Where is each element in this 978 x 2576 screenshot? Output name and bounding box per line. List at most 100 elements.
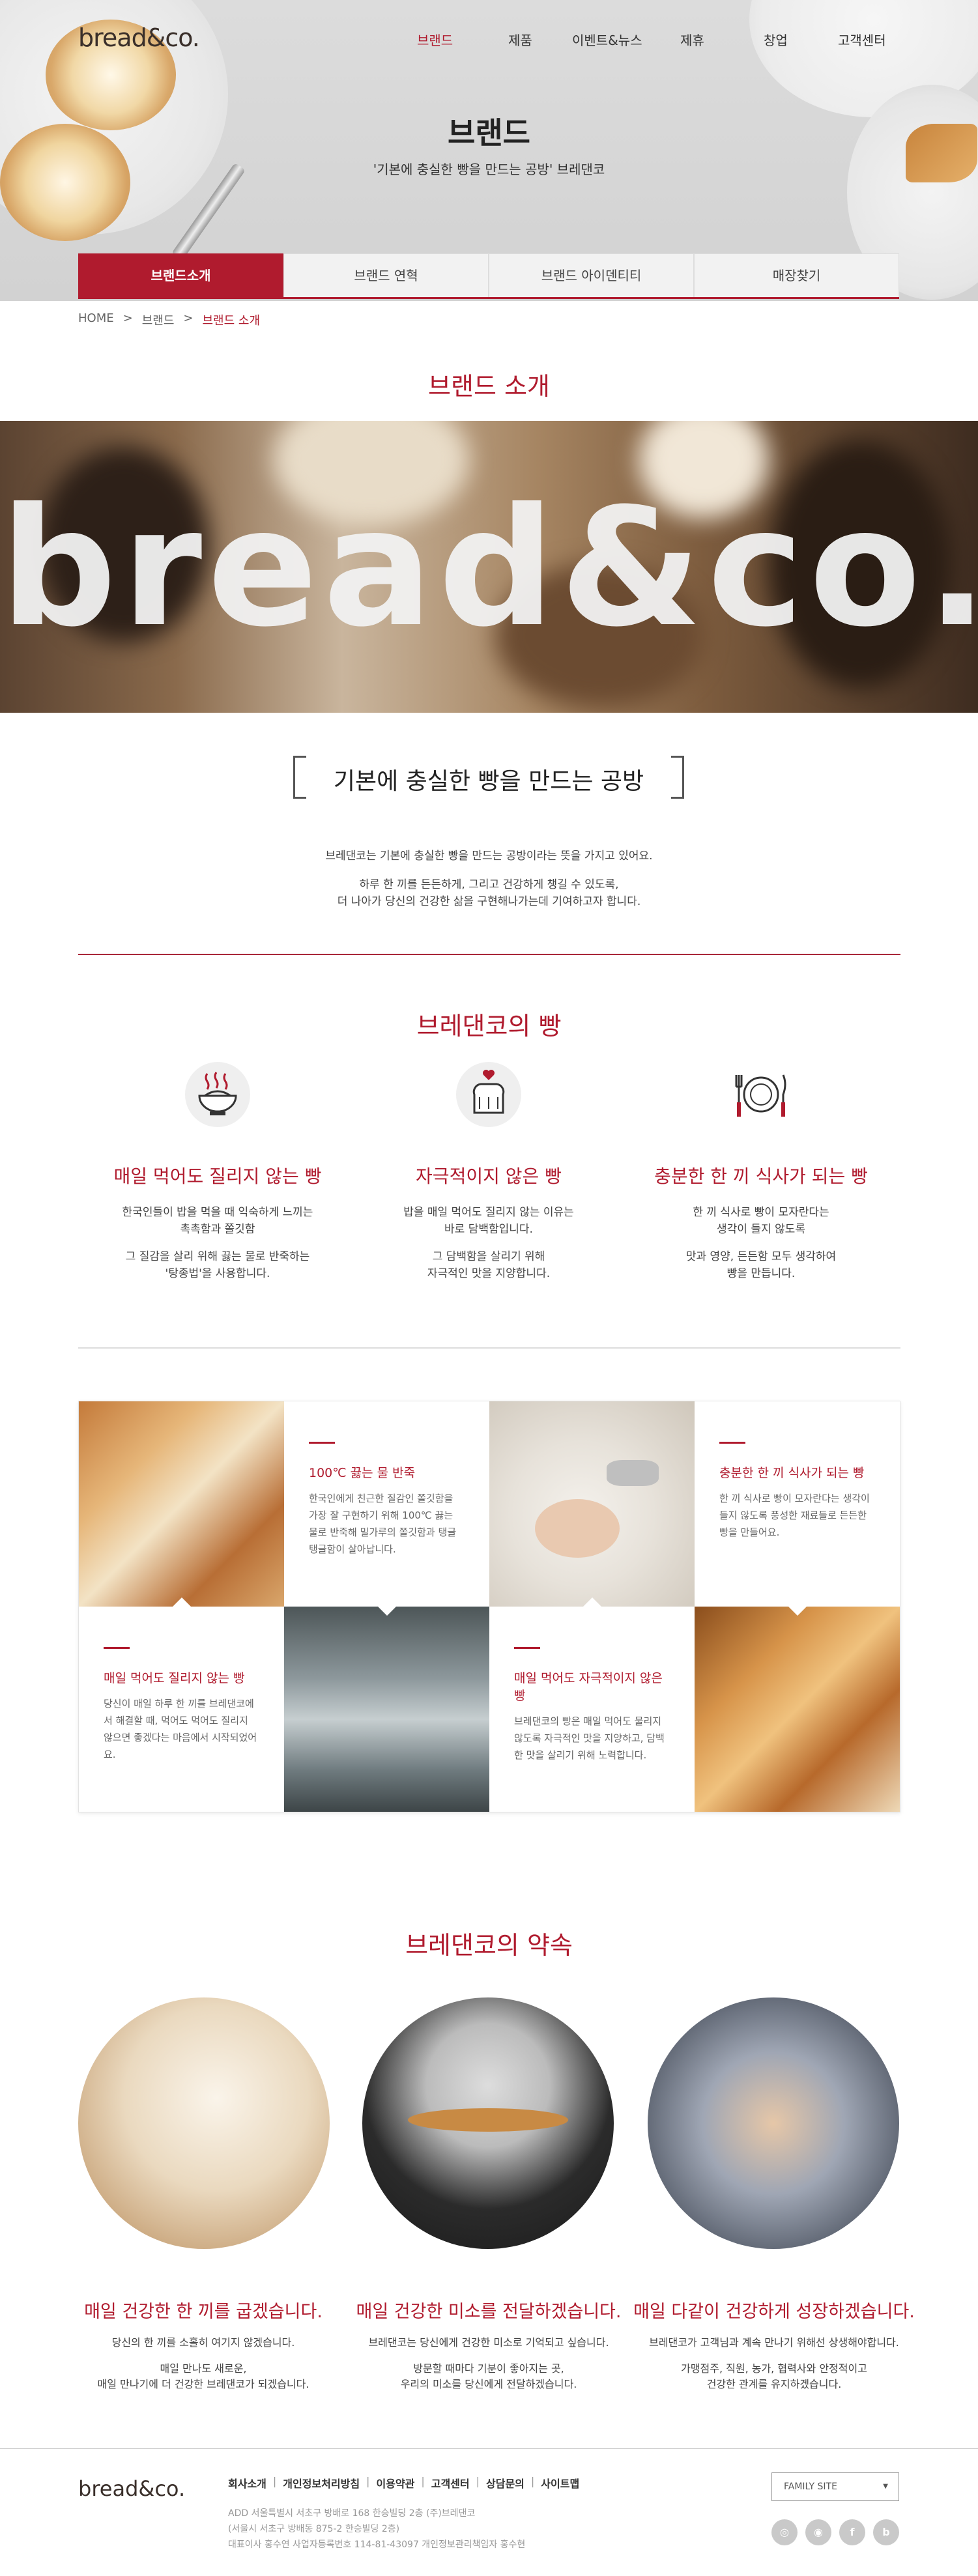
- accent-bar: [514, 1647, 540, 1649]
- kneading-dough-image: [489, 1401, 695, 1607]
- promise-desc: 브레댄코는 당신에게 건강한 미소로 기억되고 싶습니다. 방문할 때마다 기분…: [339, 2335, 639, 2392]
- tab-brand-intro[interactable]: 브랜드소개: [78, 253, 283, 297]
- caret-down-icon: ▼: [883, 2483, 888, 2490]
- feature-item: 충분한 한 끼 식사가 되는 빵 한 끼 식사로 빵이 모자란다는 생각이 들지…: [624, 1062, 898, 1282]
- hero-section: bread&co. 브랜드 제품 이벤트&뉴스 제휴 창업 고객센터 브랜드 '…: [0, 0, 978, 301]
- promise-desc-line: 방문할 때마다 기분이 좋아지는 곳,: [413, 2362, 564, 2375]
- flour-hands-image: [78, 1997, 330, 2249]
- promise-desc-line: 건강한 관계를 유지하겠습니다.: [706, 2378, 842, 2390]
- grid-card-title: 충분한 한 끼 식사가 되는 빵: [719, 1466, 865, 1480]
- promise-desc: 브레댄코가 고객님과 계속 만나기 위해선 상생해야합니다. 가맹점주, 직원,…: [624, 2335, 924, 2392]
- breadcrumb-brand[interactable]: 브랜드: [142, 311, 175, 328]
- family-site-label: FAMILY SITE: [784, 2482, 837, 2492]
- feature-desc-line: 생각이 들지 않도록: [717, 1223, 805, 1236]
- baker-tray-image: [362, 1997, 614, 2249]
- breadcrumb: HOME > 브랜드 > 브랜드 소개: [78, 311, 260, 328]
- footer-link-customer-center[interactable]: 고객센터: [431, 2475, 470, 2491]
- breadcrumb-current: 브랜드 소개: [202, 314, 261, 328]
- instagram-icon[interactable]: ◉: [805, 2519, 831, 2545]
- feature-desc-line: '탕종법'을 사용합니다.: [165, 1267, 270, 1280]
- feature-desc-line: 그 담백함을 살리기 위해: [432, 1250, 545, 1263]
- nav-events-news[interactable]: 이벤트&뉴스: [572, 30, 642, 49]
- footer-link-terms[interactable]: 이용약관: [376, 2475, 414, 2491]
- accent-bar: [309, 1442, 335, 1444]
- banner-logo-text: bread&co.: [0, 473, 978, 663]
- breadcrumb-separator: >: [183, 311, 194, 325]
- tab-store-finder[interactable]: 매장찾기: [694, 253, 899, 297]
- footer-link-sitemap[interactable]: 사이트맵: [541, 2475, 579, 2491]
- nav-partnership[interactable]: 제휴: [680, 30, 704, 49]
- card-notch: [583, 1597, 601, 1607]
- intro-text: 브레댄코는 기본에 충실한 빵을 만드는 공방이라는 뜻을 가지고 있어요.: [325, 850, 653, 863]
- boiling-water-image: [284, 1607, 489, 1812]
- grid-card-desc: 한국인에게 친근한 질감인 쫄깃함을 가장 잘 구현하기 위해 100℃ 끓는 …: [309, 1493, 457, 1555]
- nav-brand[interactable]: 브랜드: [417, 30, 453, 49]
- grid-card-desc: 한 끼 식사로 빵이 모자란다는 생각이 들지 않도록 풍성한 재료들로 든든한…: [719, 1493, 870, 1538]
- facebook-icon[interactable]: f: [839, 2519, 865, 2545]
- rice-bowl-icon: [185, 1062, 250, 1127]
- feature-title: 충분한 한 끼 식사가 되는 빵: [654, 1166, 868, 1187]
- grid-text-card: 100℃ 끓는 물 반죽 한국인에게 친근한 질감인 쫄깃함을 가장 잘 구현하…: [284, 1401, 489, 1607]
- section-title-brand-intro: 브랜드 소개: [428, 372, 550, 401]
- promise-title: 매일 다같이 건강하게 성장하겠습니다.: [633, 2302, 915, 2322]
- assorted-bread-image: [79, 1401, 284, 1607]
- footer-address: ADD 서울특별시 서초구 방배로 168 한승빌딩 2층 (주)브레댄코: [228, 2508, 476, 2519]
- instagram-icon[interactable]: ◎: [771, 2519, 798, 2545]
- accent-bar: [104, 1647, 130, 1649]
- promise-title: 매일 건강한 미소를 전달하겠습니다.: [356, 2302, 622, 2322]
- feature-desc: 한 끼 식사로 빵이 모자란다는 생각이 들지 않도록 맛과 영양, 든든함 모…: [624, 1204, 898, 1282]
- card-notch: [378, 1607, 396, 1616]
- grid-text-card: 매일 먹어도 질리지 않는 빵 당신이 매일 하루 한 끼를 브레댄코에서 해결…: [79, 1607, 284, 1812]
- logo[interactable]: bread&co.: [78, 23, 200, 52]
- team-hands-image: [648, 1997, 899, 2249]
- sub-tabs: 브랜드소개 브랜드 연혁 브랜드 아이덴티티 매장찾기: [78, 253, 899, 299]
- nav-products[interactable]: 제품: [508, 30, 532, 49]
- footer-links: 회사소개 | 개인정보처리방침 | 이용약관 | 고객센터 | 상담문의 | 사이트맵: [228, 2475, 580, 2491]
- tab-brand-identity[interactable]: 브랜드 아이덴티티: [489, 253, 694, 297]
- breadcrumb-home[interactable]: HOME: [78, 311, 114, 328]
- promise-title: 매일 건강한 한 끼를 굽겠습니다.: [84, 2302, 323, 2322]
- breadcrumb-separator: >: [122, 311, 133, 325]
- family-site-select[interactable]: FAMILY SITE ▼: [771, 2472, 899, 2501]
- feature-item: 자극적이지 않은 빵 밥을 매일 먹어도 질리지 않는 이유는 바로 담백함입니…: [352, 1062, 626, 1282]
- promise-desc-line: 브레댄코는 당신에게 건강한 미소로 기억되고 싶습니다.: [368, 2336, 609, 2349]
- feature-desc: 밥을 매일 먹어도 질리지 않는 이유는 바로 담백함입니다. 그 담백함을 살…: [352, 1204, 626, 1282]
- feature-desc: 한국인들이 밥을 먹을 때 익숙하게 느끼는 촉촉함과 쫄깃함 그 질감을 살리…: [81, 1204, 354, 1282]
- intro-text: 더 나아가 당신의 건강한 삶을 구현해나가는데 기여하고자 합니다.: [337, 895, 641, 908]
- grid-card-desc: 당신이 매일 하루 한 끼를 브레댄코에서 해결할 때, 먹어도 먹어도 질리지…: [104, 1698, 257, 1760]
- feature-desc-line: 바로 담백함입니다.: [444, 1223, 533, 1236]
- section-title-bread: 브레댄코의 빵: [416, 1012, 562, 1040]
- feature-desc-line: 빵을 만듭니다.: [726, 1267, 796, 1280]
- feature-title: 매일 먹어도 질리지 않는 빵: [113, 1166, 322, 1187]
- nav-customer-center[interactable]: 고객센터: [838, 30, 886, 49]
- footer-link-inquiry[interactable]: 상담문의: [486, 2475, 525, 2491]
- brand-banner-image: bread&co.: [0, 421, 978, 713]
- bracket-heading-text: 기본에 충실한 빵을 만드는 공방: [333, 768, 644, 795]
- promise-desc-line: 매일 만나도 새로운,: [160, 2362, 247, 2375]
- grid-card-title: 매일 먹어도 자극적이지 않은 빵: [514, 1671, 663, 1703]
- accent-bar: [719, 1442, 745, 1444]
- nav-franchise[interactable]: 창업: [764, 30, 788, 49]
- feature-desc-line: 자극적인 맛을 지양합니다.: [427, 1267, 551, 1280]
- grid-text-card: 충분한 한 끼 식사가 되는 빵 한 끼 식사로 빵이 모자란다는 생각이 들지…: [695, 1401, 900, 1607]
- card-notch: [788, 1607, 807, 1616]
- promise-desc-line: 브레댄코가 고객님과 계속 만나기 위해선 상생해야합니다.: [649, 2336, 899, 2349]
- footer-link-privacy[interactable]: 개인정보처리방침: [283, 2475, 360, 2491]
- promise-desc: 당신의 한 끼를 소홀히 여기지 않겠습니다. 매일 만나도 새로운, 매일 만…: [53, 2335, 353, 2392]
- footer: bread&co. 회사소개 | 개인정보처리방침 | 이용약관 | 고객센터 | 상담…: [0, 2448, 978, 2576]
- feature-desc-line: 한국인들이 밥을 먹을 때 익숙하게 느끼는: [122, 1206, 313, 1219]
- footer-link-company[interactable]: 회사소개: [228, 2475, 266, 2491]
- blog-icon[interactable]: b: [873, 2519, 899, 2545]
- bread-feature-grid: 100℃ 끓는 물 반죽 한국인에게 친근한 질감인 쫄깃함을 가장 잘 구현하…: [78, 1401, 900, 1812]
- grid-card-title: 매일 먹어도 질리지 않는 빵: [104, 1671, 245, 1685]
- footer-company-info: 대표이사 홍수연 사업자등록번호 114-81-43097 개인정보관리책임자 …: [228, 2540, 526, 2550]
- grid-text-card: 매일 먹어도 자극적이지 않은 빵 브레댄코의 빵은 매일 먹어도 물리지 않도…: [489, 1607, 695, 1812]
- tab-brand-history[interactable]: 브랜드 연혁: [283, 253, 489, 297]
- promise-desc-line: 당신의 한 끼를 소홀히 여기지 않겠습니다.: [111, 2336, 295, 2349]
- footer-logo[interactable]: bread&co.: [78, 2476, 185, 2501]
- feature-title: 자극적이지 않은 빵: [416, 1166, 562, 1187]
- promise-desc-line: 매일 만나기에 더 건강한 브레댄코가 되겠습니다.: [97, 2378, 309, 2390]
- bread-heart-icon: [456, 1062, 521, 1127]
- promise-desc-line: 우리의 미소를 당신에게 전달하겠습니다.: [400, 2378, 577, 2390]
- plate-utensils-icon: [728, 1062, 794, 1127]
